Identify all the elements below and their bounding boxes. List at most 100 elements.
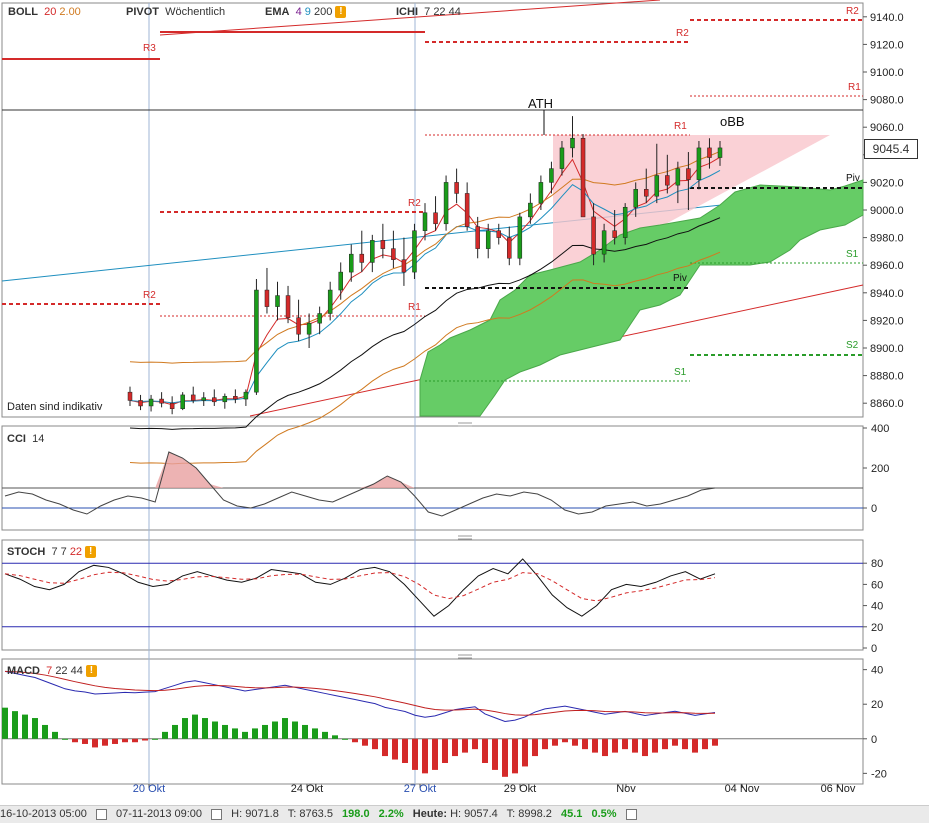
macd-histogram-bar [712, 738, 718, 746]
range-high: H: 9071.8 [231, 808, 279, 820]
candle-body [696, 147, 702, 180]
candle-body [622, 206, 628, 238]
x-axis-label: 04 Nov [725, 783, 760, 795]
price-axis: 8860.0 8880.0 8900.0 8920.0 8940.0 8960.0 8980… [863, 12, 904, 410]
macd-histogram-bar [192, 714, 198, 739]
ath-label: ATH [528, 96, 553, 111]
candle-body [380, 240, 386, 249]
candle-body [169, 402, 175, 409]
stoch-axis-label: 20 [871, 622, 883, 634]
macd-histogram-bar [72, 738, 78, 743]
macd-histogram-bar [512, 738, 518, 774]
status-bar: 16-10-2013 05:00 07-11-2013 09:00 H: 907… [0, 805, 929, 823]
boll-indicator-label[interactable]: BOLL 20 2.00 [8, 6, 81, 18]
candle-body [538, 182, 544, 204]
range-end: 07-11-2013 09:00 [115, 808, 203, 820]
cci-indicator-label[interactable]: CCI 14 [7, 433, 44, 445]
x-axis: 20 Okt 24 Okt 27 Okt 29 Okt Nov 04 Nov 06 Nov [133, 783, 856, 795]
data-disclaimer: Daten sind indikativ [5, 401, 105, 413]
macd-series: 40 20 0 -20 [2, 665, 887, 780]
macd-histogram-bar [402, 738, 408, 763]
candle-body [359, 253, 365, 263]
ichi-indicator-label[interactable]: ICHI 7 22 44 [396, 6, 461, 18]
candle-body [391, 248, 396, 260]
macd-indicator-label[interactable]: MACD 7 22 44 ! [7, 665, 97, 678]
calendar-icon-start[interactable] [95, 808, 107, 820]
price-axis-label: 9100.0 [870, 67, 904, 79]
range-change: 198.0 [342, 808, 370, 820]
macd-histogram-bar [472, 738, 478, 750]
candle-body [612, 230, 617, 238]
macd-histogram-bar [662, 738, 668, 750]
candle-body [317, 313, 322, 324]
cci-axis-label: 0 [871, 503, 877, 515]
macd-histogram-bar [152, 738, 158, 740]
candle-body [338, 271, 343, 291]
x-axis-label: 06 Nov [821, 783, 856, 795]
price-axis-label: 8900.0 [870, 343, 904, 355]
stoch-warning-icon[interactable]: ! [85, 546, 97, 559]
candle-body [654, 175, 660, 197]
macd-histogram-bar [42, 724, 48, 739]
macd-histogram-bar [292, 721, 298, 739]
candle-body [433, 212, 438, 225]
macd-histogram-bar [202, 718, 208, 739]
macd-histogram-bar [12, 711, 18, 739]
label-r2-mid: R2 [676, 28, 689, 39]
macd-histogram-bar [462, 738, 468, 753]
macd-histogram-bar [602, 738, 608, 757]
macd-line [4, 670, 716, 723]
macd-axis-label: 20 [871, 699, 883, 711]
pivot-indicator-label[interactable]: PIVOT Wöchentlich [126, 6, 225, 18]
macd-warning-icon[interactable]: ! [85, 665, 97, 678]
label-r1-right: R1 [848, 82, 861, 93]
candle-body [454, 182, 459, 194]
macd-histogram-bar [132, 738, 138, 743]
price-axis-label: 9080.0 [870, 95, 904, 107]
candle-body [549, 168, 554, 183]
price-axis-label: 8860.0 [870, 398, 904, 410]
stoch-indicator-label[interactable]: STOCH 7 7 22 ! [7, 546, 97, 559]
stoch-k-line [4, 558, 716, 617]
x-axis-label: Nov [616, 783, 636, 795]
candle-body [570, 137, 575, 149]
ema-indicator-label[interactable]: EMA 4 9 200 ! [265, 6, 347, 19]
obb-label: oBB [720, 114, 745, 129]
candle-body [644, 189, 649, 197]
macd-histogram-bar [392, 738, 398, 760]
label-r1-left: R1 [408, 302, 421, 313]
ema-warning-icon[interactable]: ! [335, 6, 347, 19]
stoch-axis-label: 80 [871, 558, 883, 570]
macd-histogram-bar [642, 738, 648, 757]
label-r2-inner: R2 [408, 198, 421, 209]
price-axis-label: 9000.0 [870, 205, 904, 217]
candle-body [370, 240, 375, 263]
price-axis-label: 9060.0 [870, 122, 904, 134]
macd-histogram-bar [532, 738, 538, 757]
calendar-icon-end[interactable] [211, 808, 223, 820]
macd-histogram-bar [522, 738, 528, 767]
candle-body [327, 289, 333, 314]
stoch-axis-label: 60 [871, 579, 883, 591]
candle-body [580, 137, 586, 218]
macd-histogram-bar [82, 738, 88, 744]
macd-histogram-bar [622, 738, 628, 750]
candle-body [686, 168, 691, 180]
candle-body [401, 259, 407, 273]
candle-body [201, 397, 206, 401]
candle-body [254, 289, 259, 393]
price-axis-label: 9140.0 [870, 12, 904, 24]
candle-body [475, 226, 480, 249]
price-axis-label: 9020.0 [870, 177, 904, 189]
macd-histogram-bar [572, 738, 578, 746]
candle-body [233, 396, 238, 400]
calendar-icon-today[interactable] [625, 808, 637, 820]
macd-histogram-bar [422, 738, 428, 774]
today-high: H: 9057.4 [450, 808, 498, 820]
macd-histogram-bar [682, 738, 688, 750]
candle-body [306, 322, 312, 335]
stoch-axis-label: 40 [871, 601, 883, 613]
macd-histogram-bar [502, 738, 508, 777]
candle-body [717, 147, 723, 158]
candle-body [148, 398, 154, 407]
